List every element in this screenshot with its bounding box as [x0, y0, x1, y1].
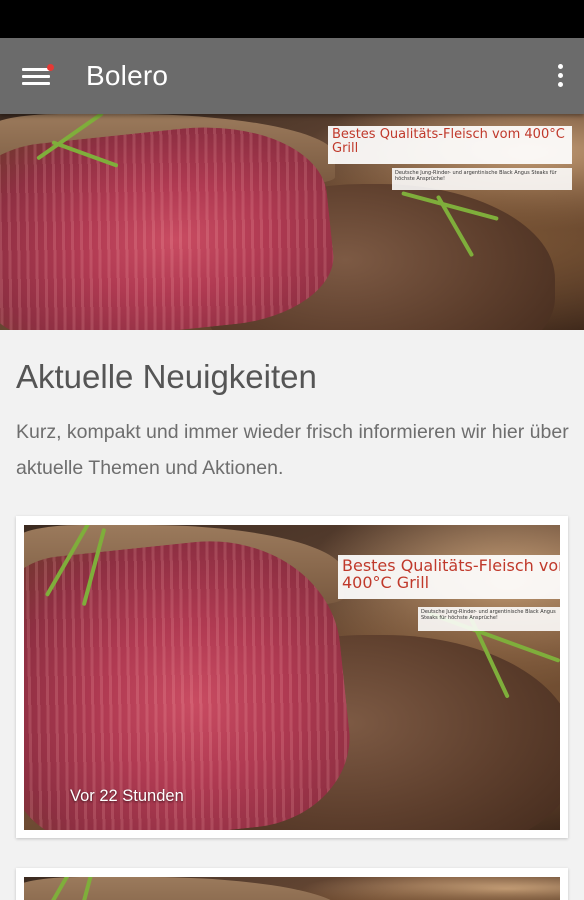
page-title: Aktuelle Neuigkeiten: [16, 358, 317, 395]
news-card[interactable]: Bestes Qualitäts-Fleisch vom 400°C Grill…: [16, 516, 568, 838]
notification-dot: [47, 64, 54, 71]
news-banner-subtitle: Deutsche Jung-Rinder- und argentinische …: [418, 607, 560, 631]
news-image: [24, 877, 560, 900]
status-bar: [0, 0, 584, 38]
app-title: Bolero: [86, 60, 169, 91]
hero-banner-subtitle: Deutsche Jung-Rinder- und argentinische …: [392, 168, 572, 190]
more-vertical-icon[interactable]: [546, 58, 574, 94]
news-banner-title: Bestes Qualitäts-Fleisch vom 400°C Grill: [338, 555, 560, 599]
news-card[interactable]: [16, 868, 568, 900]
hero-image: Bestes Qualitäts-Fleisch vom 400°C Grill…: [0, 114, 584, 330]
intro-text: Kurz, kompakt und immer wieder frisch in…: [16, 421, 569, 479]
hamburger-menu-icon[interactable]: [14, 58, 58, 94]
hero-banner-title: Bestes Qualitäts-Fleisch vom 400°C Grill: [328, 126, 572, 164]
app-bar: Bolero: [0, 38, 584, 114]
news-timestamp: Vor 22 Stunden: [70, 787, 184, 805]
news-image: Bestes Qualitäts-Fleisch vom 400°C Grill…: [24, 525, 560, 830]
